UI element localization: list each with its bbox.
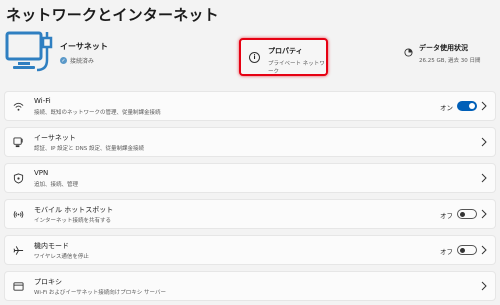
row-subtitle: ワイヤレス通信を停止 [34, 254, 89, 260]
settings-row-proxy[interactable]: プロキシ Wi-Fi およびイーサネット接続向けプロキシ サーバー [4, 271, 496, 301]
mobile-hotspot-toggle[interactable] [457, 209, 477, 219]
chevron-right-icon [481, 209, 487, 219]
connected-status-icon: ✓ [60, 57, 67, 64]
chevron-right-icon [481, 137, 487, 147]
toggle-state-label: オフ [440, 248, 453, 256]
wifi-toggle[interactable] [457, 101, 477, 111]
properties-button[interactable]: i プロパティ プライベート ネットワーク [239, 38, 328, 76]
info-icon: i [249, 52, 260, 63]
settings-row-ethernet[interactable]: イーサネット 認証、IP 設定と DNS 設定、従量制課金接続 [4, 127, 496, 157]
airplane-icon [13, 246, 24, 255]
connection-header: イーサネット ✓ 接続済み i プロパティ プライベート ネットワーク データ使… [0, 28, 500, 84]
row-title: VPN [34, 169, 49, 177]
connection-name: イーサネット [60, 42, 108, 51]
airplane-mode-toggle[interactable] [457, 245, 477, 255]
data-usage-subtitle: 26.25 GB, 過去 30 日間 [419, 58, 481, 64]
shield-icon [13, 173, 24, 184]
row-title: モバイル ホットスポット [34, 206, 114, 214]
connection-status-text: 接続済み [70, 58, 95, 65]
globe-icon [13, 282, 24, 291]
page-title: ネットワークとインターネット [6, 6, 219, 24]
data-usage-title: データ使用状況 [419, 44, 468, 52]
row-title: イーサネット [34, 134, 76, 142]
connection-status: ✓ 接続済み [60, 56, 94, 65]
pie-chart-icon [404, 48, 413, 57]
chevron-right-icon [481, 245, 487, 255]
toggle-state-label: オン [440, 104, 453, 112]
properties-subtitle: プライベート ネットワーク [268, 61, 325, 75]
data-usage-button[interactable]: データ使用状況 26.25 GB, 過去 30 日間 [402, 40, 498, 70]
settings-row-airplane-mode[interactable]: 機内モード ワイヤレス通信を停止 オフ [4, 235, 496, 265]
row-subtitle: Wi-Fi およびイーサネット接続向けプロキシ サーバー [34, 290, 166, 296]
wifi-icon [13, 102, 24, 111]
chevron-right-icon [481, 173, 487, 183]
settings-row-wifi[interactable]: Wi-Fi 接続、既知のネットワークの管理、従量制課金接続 オン [4, 91, 496, 121]
row-title: Wi-Fi [34, 97, 51, 105]
hotspot-icon [13, 211, 24, 218]
row-title: 機内モード [34, 242, 69, 250]
row-subtitle: 接続、既知のネットワークの管理、従量制課金接続 [34, 110, 161, 116]
row-title: プロキシ [34, 278, 62, 286]
row-subtitle: 認証、IP 設定と DNS 設定、従量制課金接続 [34, 146, 145, 152]
row-subtitle: インターネット接続を共有する [34, 218, 112, 224]
settings-row-vpn[interactable]: VPN 追加、接続、管理 [4, 163, 496, 193]
monitor-ethernet-icon [5, 31, 53, 72]
ethernet-icon [13, 137, 23, 148]
chevron-right-icon [481, 101, 487, 111]
properties-title: プロパティ [268, 47, 303, 55]
toggle-state-label: オフ [440, 212, 453, 220]
chevron-right-icon [481, 281, 487, 291]
row-subtitle: 追加、接続、管理 [34, 182, 79, 188]
settings-row-mobile-hotspot[interactable]: モバイル ホットスポット インターネット接続を共有する オフ [4, 199, 496, 229]
